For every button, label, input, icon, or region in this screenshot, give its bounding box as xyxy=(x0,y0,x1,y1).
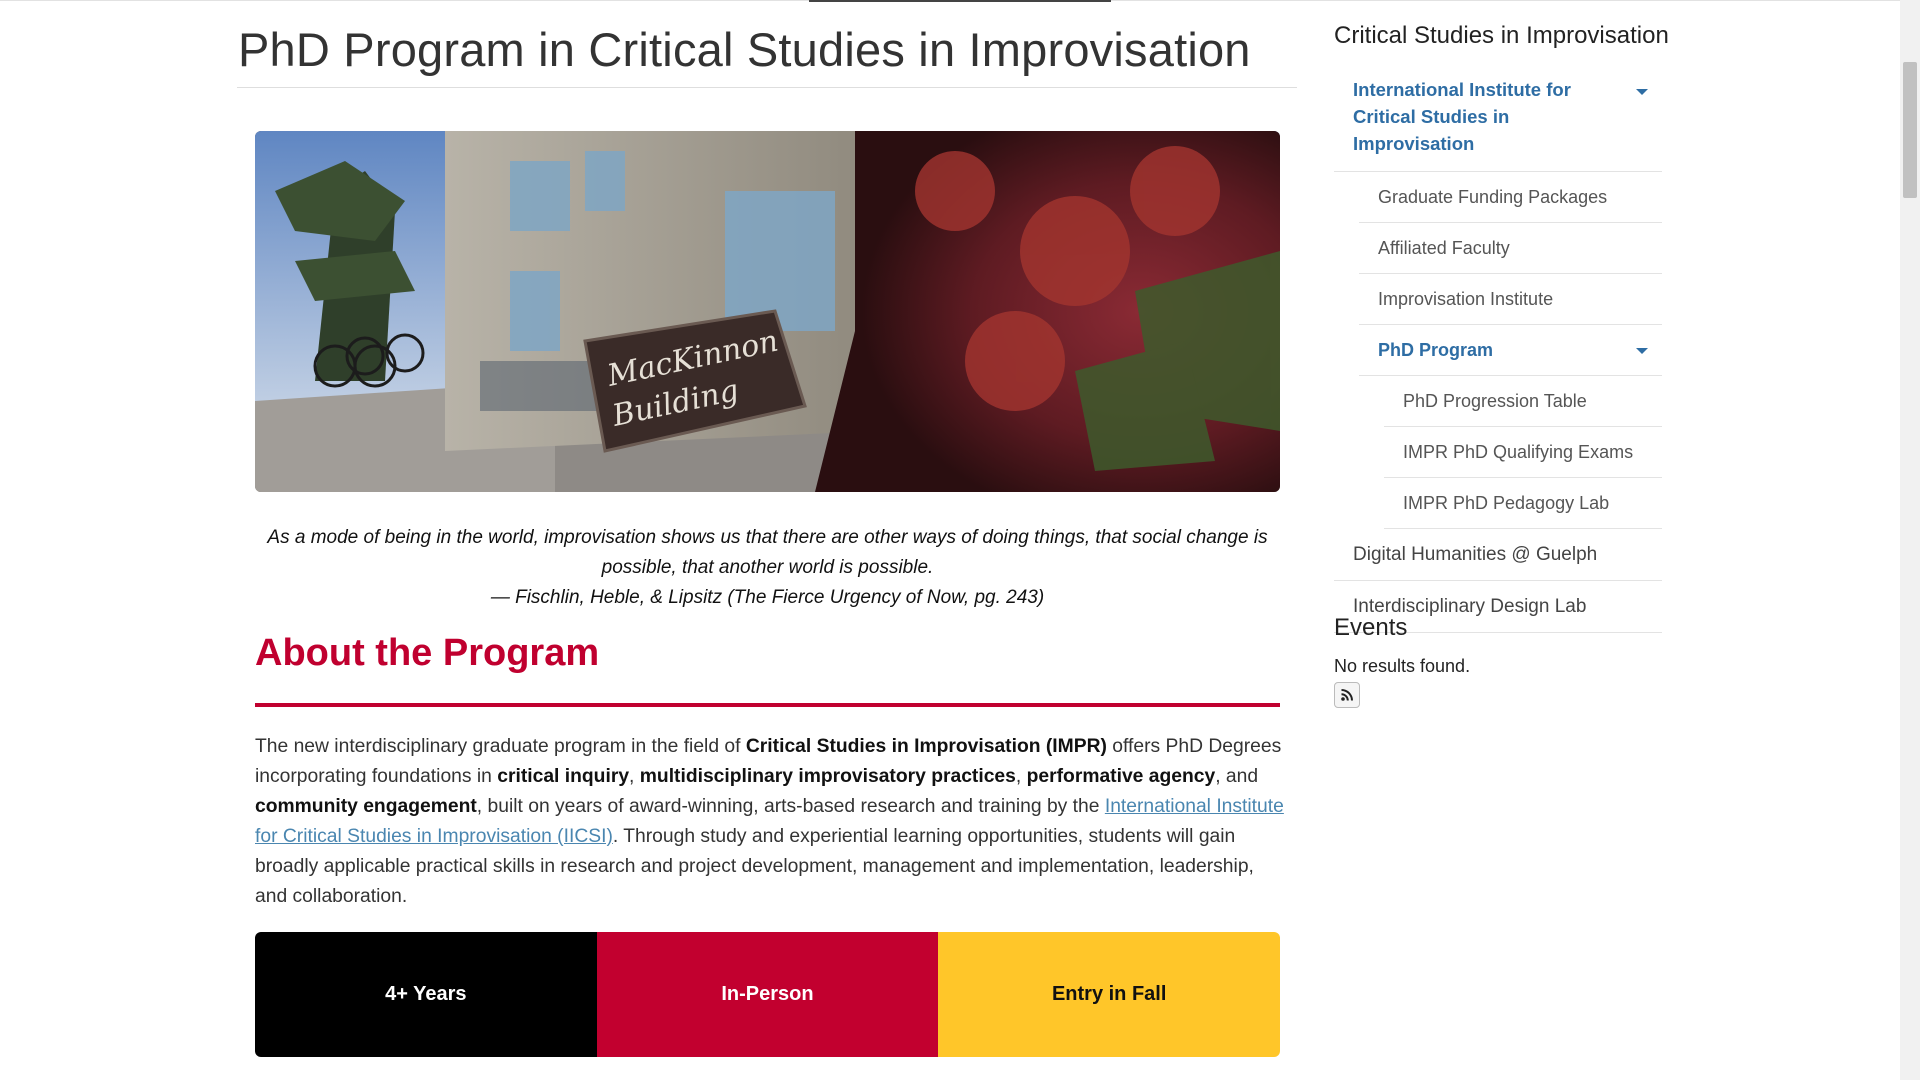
sidebar-item-pedagogy[interactable]: IMPR PhD Pedagogy Lab xyxy=(1384,478,1662,529)
title-divider xyxy=(237,87,1297,88)
sidebar-item-iicsi[interactable]: International Institute for Critical Stu… xyxy=(1334,66,1662,172)
fact-entry: Entry in Fall xyxy=(938,932,1280,1057)
caret-down-icon[interactable] xyxy=(1636,348,1648,354)
sidebar-item-label: IMPR PhD Pedagogy Lab xyxy=(1403,492,1610,513)
page-title: PhD Program in Critical Studies in Impro… xyxy=(238,23,1251,76)
body-text: The new interdisciplinary graduate progr… xyxy=(255,736,746,757)
sidebar-item-funding[interactable]: Graduate Funding Packages xyxy=(1359,172,1662,223)
sidebar-item-label: IMPR PhD Qualifying Exams xyxy=(1403,441,1634,462)
sidebar-item-label: PhD Program xyxy=(1378,339,1494,360)
scrollbar-thumb[interactable] xyxy=(1903,62,1917,198)
body-emphasis: Critical Studies in Improvisation (IMPR) xyxy=(745,736,1107,757)
sidebar-item-label: Affiliated Faculty xyxy=(1378,237,1510,258)
program-facts-bar: 4+ Years In-Person Entry in Fall xyxy=(255,932,1280,1057)
body-emphasis: performative agency xyxy=(1026,766,1216,787)
sidebar-item-label: Digital Humanities @ Guelph xyxy=(1353,543,1598,565)
body-text: , and xyxy=(1215,766,1259,787)
fact-format: In-Person xyxy=(596,932,939,1057)
sidebar-item-label: PhD Progression Table xyxy=(1403,390,1587,411)
fact-duration: 4+ Years xyxy=(255,932,597,1057)
section-heading: About the Program xyxy=(255,632,600,674)
body-text: , xyxy=(629,766,640,787)
events-empty-message: No results found. xyxy=(1334,656,1471,676)
hero-image: MacKinnon Building xyxy=(255,131,1280,492)
events-heading: Events xyxy=(1334,614,1408,641)
sidebar-item-label: International Institute for Critical Stu… xyxy=(1353,79,1571,154)
section-divider xyxy=(255,703,1280,707)
rss-button[interactable] xyxy=(1334,682,1360,708)
sidebar-item-label: Improvisation Institute xyxy=(1378,288,1554,309)
page-scrollbar[interactable] xyxy=(1900,0,1920,1080)
sidebar-nav: International Institute for Critical Stu… xyxy=(1334,66,1662,633)
sidebar-item-progression[interactable]: PhD Progression Table xyxy=(1384,376,1662,427)
body-emphasis: community engagement xyxy=(255,796,477,817)
body-text: , xyxy=(1015,766,1027,787)
quote-text: As a mode of being in the world, improvi… xyxy=(267,527,1268,578)
body-emphasis: critical inquiry xyxy=(497,766,630,787)
caret-down-icon[interactable] xyxy=(1636,89,1648,95)
body-emphasis: multidisciplinary improvisatory practice… xyxy=(639,766,1016,787)
sidebar-item-phd-program[interactable]: PhD Program xyxy=(1359,325,1662,376)
sidebar-item-label: Graduate Funding Packages xyxy=(1378,186,1608,207)
sidebar-item-faculty[interactable]: Affiliated Faculty xyxy=(1359,223,1662,274)
body-text: , built on years of award-winning, arts-… xyxy=(476,796,1105,817)
program-description: The new interdisciplinary graduate progr… xyxy=(255,732,1285,912)
rss-icon xyxy=(1341,689,1353,701)
sidebar-title: Critical Studies in Improvisation xyxy=(1334,22,1669,49)
quote-attribution: — Fischlin, Heble, & Lipsitz (The Fierce… xyxy=(490,587,1045,608)
top-nav-indicator xyxy=(809,0,1111,2)
pull-quote: As a mode of being in the world, improvi… xyxy=(255,523,1280,613)
sidebar-item-digital-humanities[interactable]: Digital Humanities @ Guelph xyxy=(1334,529,1662,581)
sidebar-item-exams[interactable]: IMPR PhD Qualifying Exams xyxy=(1384,427,1662,478)
sidebar-item-institute[interactable]: Improvisation Institute xyxy=(1359,274,1662,325)
